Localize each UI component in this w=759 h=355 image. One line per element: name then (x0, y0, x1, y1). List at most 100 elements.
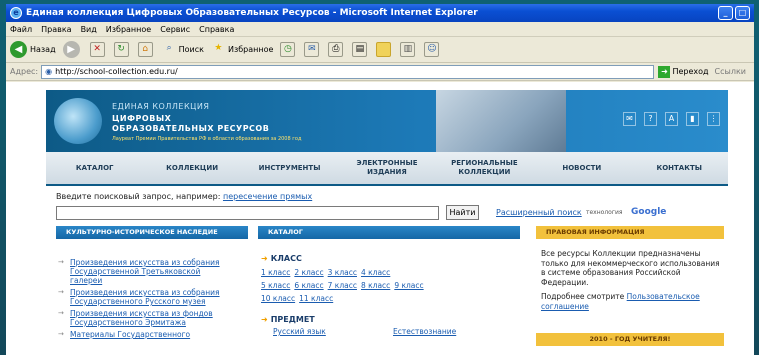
forward-button[interactable]: ▶ (62, 41, 83, 58)
search-icon: ⌕ (166, 43, 172, 53)
help-icon[interactable]: ? (644, 112, 657, 126)
font-size-icon[interactable]: A (665, 112, 678, 126)
menu-favorites[interactable]: Избранное (106, 25, 151, 34)
class-title-text: КЛАСС (270, 254, 302, 263)
google-logo: Google (631, 207, 667, 217)
minimize-button[interactable]: _ (718, 6, 733, 20)
technology-label: технология (586, 209, 623, 216)
heritage-link-hermitage[interactable]: Произведения искусства из фондов Государ… (58, 309, 233, 327)
nav-contacts[interactable]: КОНТАКТЫ (631, 164, 728, 173)
back-arrow-icon: ◀ (10, 41, 27, 58)
main-nav: КАТАЛОГ КОЛЛЕКЦИИ ИНСТРУМЕНТЫ ЭЛЕКТРОННЫ… (46, 152, 728, 186)
advanced-search-link[interactable]: Расширенный поиск (496, 208, 582, 217)
grade-10[interactable]: 10 класс (261, 294, 295, 303)
legal-more: Подробнее смотрите Пользовательское согл… (541, 292, 723, 311)
menu-view[interactable]: Вид (81, 25, 97, 34)
heritage-list: Произведения искусства из собрания Госуд… (58, 258, 233, 342)
mail-icon[interactable]: ✉ (304, 42, 320, 57)
legal-more-text: Подробнее смотрите (541, 292, 625, 301)
legal-heading: ПРАВОВАЯ ИНФОРМАЦИЯ (536, 226, 724, 239)
subject-russian[interactable]: Русский язык (261, 327, 381, 336)
menu-help[interactable]: Справка (199, 25, 234, 34)
messenger-icon[interactable]: ☺ (424, 42, 440, 57)
links-label[interactable]: Ссылки (715, 67, 746, 76)
star-icon: ★ (214, 43, 223, 53)
stats-icon[interactable]: ▮ (686, 112, 699, 126)
nav-regional[interactable]: РЕГИОНАЛЬНЫЕ КОЛЛЕКЦИИ (436, 159, 533, 177)
search-area: Введите поисковый запрос, например: пере… (56, 192, 726, 222)
nav-news[interactable]: НОВОСТИ (533, 164, 630, 173)
edit-icon[interactable]: ▤ (352, 42, 368, 57)
go-arrow-icon: ➜ (658, 65, 671, 78)
search-submit-button[interactable]: Найти (446, 205, 479, 220)
legal-info: Все ресурсы Коллекции предназначены толь… (541, 249, 723, 316)
window-title: Единая коллекция Цифровых Образовательны… (26, 8, 478, 18)
search-hint: Введите поисковый запрос, например: пере… (56, 192, 726, 201)
banner-icons: ✉ ? A ▮ ⋮ (615, 112, 720, 126)
banner-title: ЦИФРОВЫХ ОБРАЗОВАТЕЛЬНЫХ РЕСУРСОВ (112, 114, 269, 134)
refresh-icon[interactable]: ↻ (113, 42, 129, 57)
site-banner: ЕДИНАЯ КОЛЛЕКЦИЯ ЦИФРОВЫХ ОБРАЗОВАТЕЛЬНЫ… (46, 90, 728, 152)
grade-1[interactable]: 1 класс (261, 268, 290, 277)
folder-icon[interactable] (376, 42, 392, 57)
back-button[interactable]: ◀ Назад (10, 41, 56, 58)
heritage-link-tretyakov[interactable]: Произведения искусства из собрания Госуд… (58, 258, 233, 285)
menu-edit[interactable]: Правка (41, 25, 71, 34)
catalog-section: ➜ КЛАСС 1 класс 2 класс 3 класс 4 класс 5 кл… (261, 254, 516, 336)
year-heading: 2010 - ГОД УЧИТЕЛЯ! (536, 333, 724, 346)
heritage-heading: КУЛЬТУРНО-ИСТОРИЧЕСКОЕ НАСЛЕДИЕ (56, 226, 248, 239)
address-label: Адрес: (10, 67, 39, 76)
menu-tools[interactable]: Сервис (160, 25, 190, 34)
grade-11[interactable]: 11 класс (299, 294, 333, 303)
nav-tools[interactable]: ИНСТРУМЕНТЫ (241, 164, 338, 173)
toolbar: ◀ Назад ▶ ✕ ↻ ⌂ ⌕ Поиск ★ Избранное ◷ ✉ … (6, 37, 754, 63)
menu-file[interactable]: Файл (10, 25, 32, 34)
nav-collections[interactable]: КОЛЛЕКЦИИ (143, 164, 240, 173)
grade-4[interactable]: 4 класс (361, 268, 390, 277)
ie-icon: e (10, 7, 22, 19)
nav-e-editions[interactable]: ЭЛЕКТРОННЫЕ ИЗДАНИЯ (338, 159, 435, 177)
grade-5[interactable]: 5 класс (261, 281, 290, 290)
stop-icon[interactable]: ✕ (89, 42, 105, 57)
maximize-button[interactable]: □ (735, 6, 750, 20)
search-input[interactable] (56, 206, 439, 220)
grade-9[interactable]: 9 класс (394, 281, 423, 290)
heritage-link-russian-museum[interactable]: Произведения искусства из собрания Госуд… (58, 288, 233, 306)
favorites-button[interactable]: ★ Избранное (211, 42, 273, 57)
print-icon[interactable]: ⎙ (328, 42, 344, 57)
search-hint-text: Введите поисковый запрос, например: (56, 192, 221, 201)
collection-logo[interactable] (54, 98, 102, 144)
grade-3[interactable]: 3 класс (328, 268, 357, 277)
title-bar: e Единая коллекция Цифровых Образователь… (6, 4, 754, 22)
home-icon[interactable]: ⌂ (137, 42, 153, 57)
search-button[interactable]: ⌕ Поиск (162, 42, 204, 57)
address-input[interactable]: ◉ http://school-collection.edu.ru/ (41, 64, 655, 79)
grade-links: 1 класс 2 класс 3 класс 4 класс 5 класс 6 кл… (261, 266, 516, 305)
banner-line2: ЦИФРОВЫХ (112, 114, 172, 123)
search-label: Поиск (178, 45, 204, 54)
favorites-label: Избранное (227, 45, 274, 54)
grade-2[interactable]: 2 класс (294, 268, 323, 277)
arrow-icon: ➜ (261, 315, 268, 324)
sitemap-icon[interactable]: ⋮ (707, 112, 720, 126)
classroom-photo (436, 90, 566, 152)
nav-catalog[interactable]: КАТАЛОГ (46, 164, 143, 173)
grade-8[interactable]: 8 класс (361, 281, 390, 290)
grade-7[interactable]: 7 класс (328, 281, 357, 290)
address-url: http://school-collection.edu.ru/ (55, 67, 178, 76)
legal-text: Все ресурсы Коллекции предназначены толь… (541, 249, 720, 287)
research-icon[interactable]: ▥ (400, 42, 416, 57)
go-label: Переход (672, 67, 709, 76)
mail-icon[interactable]: ✉ (623, 112, 636, 126)
banner-line1: ЕДИНАЯ КОЛЛЕКЦИЯ (112, 102, 210, 111)
go-button[interactable]: ➜ Переход (658, 65, 709, 78)
class-title: ➜ КЛАСС (261, 254, 516, 263)
heritage-link-state[interactable]: Материалы Государственного (58, 330, 233, 339)
search-example-link[interactable]: пересечение прямых (223, 192, 312, 201)
subject-science[interactable]: Естествознание (381, 327, 456, 336)
web-page: ЕДИНАЯ КОЛЛЕКЦИЯ ЦИФРОВЫХ ОБРАЗОВАТЕЛЬНЫ… (6, 82, 754, 355)
subject-title: ➜ ПРЕДМЕТ (261, 315, 516, 324)
grade-6[interactable]: 6 класс (294, 281, 323, 290)
history-icon[interactable]: ◷ (280, 42, 296, 57)
banner-line3: ОБРАЗОВАТЕЛЬНЫХ РЕСУРСОВ (112, 124, 270, 133)
